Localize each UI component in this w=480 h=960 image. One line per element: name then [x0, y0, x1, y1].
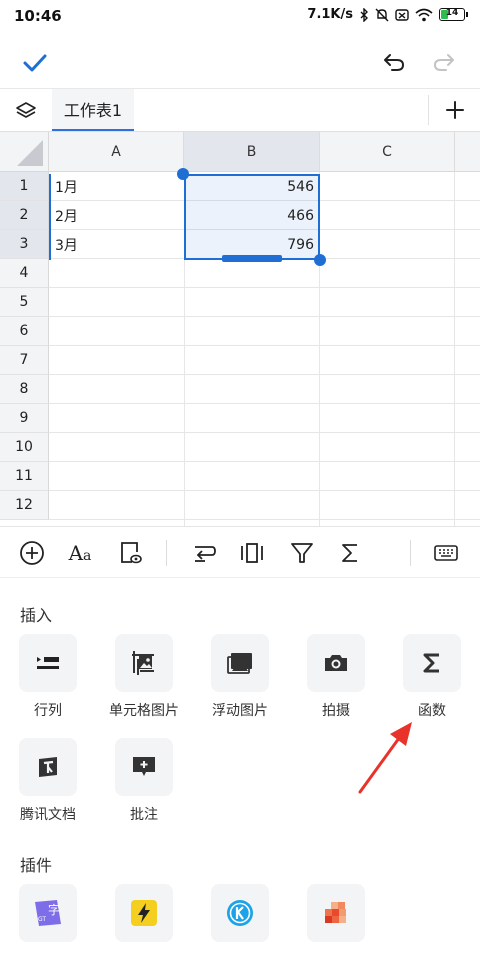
spreadsheet-grid[interactable]: A B C 1 2 3 4 5 6 7 8 9 10 11 12 1月 546 … [0, 132, 480, 526]
row-header[interactable]: 6 [0, 317, 49, 346]
insert-item-floating-image[interactable]: 浮动图片 [192, 634, 288, 720]
wrap-text-icon[interactable] [188, 537, 220, 569]
row-header[interactable]: 2 [0, 201, 49, 230]
row-header[interactable]: 5 [0, 288, 49, 317]
camera-icon [307, 634, 365, 692]
column-header-c[interactable]: C [320, 132, 455, 172]
sim-off-icon [395, 8, 409, 21]
insert-item-label: 批注 [130, 807, 158, 823]
insert-item-label: 浮动图片 [212, 703, 268, 719]
row-header[interactable]: 11 [0, 462, 49, 491]
annotation-arrow-icon [358, 722, 412, 794]
plugin-item[interactable]: 字 GT [0, 884, 96, 942]
add-circle-icon[interactable] [16, 537, 48, 569]
redo-icon[interactable] [428, 46, 460, 78]
insert-item-function[interactable]: 函数 [384, 634, 480, 720]
select-all-corner[interactable] [0, 132, 49, 172]
function-sigma-icon [403, 634, 461, 692]
row-header[interactable]: 8 [0, 375, 49, 404]
insert-item-label: 拍摄 [322, 703, 350, 719]
insert-item-tencent-docs[interactable]: 腾讯文档 [0, 738, 96, 824]
column-header-b[interactable]: B [184, 132, 320, 172]
font-format-icon[interactable]: Aa [64, 537, 96, 569]
status-bar: 10:46 7.1K/s 14 [0, 0, 480, 34]
plugin-item[interactable] [96, 884, 192, 942]
status-icons: 7.1K/s 14 [307, 7, 468, 22]
bluetooth-icon [360, 7, 368, 22]
row-header[interactable]: 1 [0, 172, 49, 201]
mute-bell-icon [375, 8, 389, 21]
row-header[interactable]: 7 [0, 346, 49, 375]
network-speed: 7.1K/s [307, 7, 353, 22]
cell-image-icon [115, 634, 173, 692]
plugin-item[interactable] [288, 884, 384, 942]
insert-item-label: 腾讯文档 [20, 807, 76, 823]
wifi-icon [415, 8, 433, 21]
cell-b3[interactable]: 796 [184, 231, 320, 259]
confirm-check-icon[interactable] [18, 46, 52, 80]
floating-image-icon [211, 634, 269, 692]
svg-text:GT: GT [38, 916, 46, 923]
insert-section-title: 插入 [20, 606, 53, 625]
insert-item-cell-image[interactable]: 单元格图片 [96, 634, 192, 720]
tab-sheet1[interactable]: 工作表1 [52, 89, 134, 131]
cell-a2[interactable]: 2月 [49, 202, 184, 230]
cell-preview-icon[interactable] [114, 537, 146, 569]
insert-item-camera[interactable]: 拍摄 [288, 634, 384, 720]
tencent-docs-icon [19, 738, 77, 796]
row-header[interactable]: 12 [0, 491, 49, 520]
insert-item-label: 行列 [34, 703, 62, 719]
row-header[interactable]: 9 [0, 404, 49, 433]
sum-icon[interactable] [334, 537, 366, 569]
plugins-section-title: 插件 [20, 856, 53, 875]
plugin-mosaic-icon [307, 884, 365, 942]
cell-b1[interactable]: 546 [184, 173, 320, 201]
column-header-more[interactable] [455, 132, 480, 172]
comment-icon [115, 738, 173, 796]
insert-item-row-col[interactable]: 行列 [0, 634, 96, 720]
keyboard-icon[interactable] [430, 537, 462, 569]
battery-level: 14 [445, 8, 459, 18]
layers-icon[interactable] [12, 97, 40, 125]
plugin-item[interactable] [192, 884, 288, 942]
svg-text:字: 字 [48, 902, 60, 917]
insert-item-label: 函数 [418, 703, 446, 719]
insert-item-label: 单元格图片 [109, 703, 179, 719]
row-header[interactable]: 4 [0, 259, 49, 288]
cell-a1[interactable]: 1月 [49, 173, 184, 201]
sheet-tabs-bar: 工作表1 [0, 88, 480, 132]
freeze-columns-icon[interactable] [236, 537, 268, 569]
undo-icon[interactable] [378, 46, 410, 78]
column-header-a[interactable]: A [49, 132, 184, 172]
edit-toolbar: Aa [0, 526, 480, 578]
row-header[interactable]: 3 [0, 230, 49, 259]
filter-icon[interactable] [286, 537, 318, 569]
insert-item-comment[interactable]: 批注 [96, 738, 192, 824]
cell-a3[interactable]: 3月 [49, 231, 184, 259]
status-time: 10:46 [14, 7, 62, 25]
battery-icon: 14 [439, 8, 468, 21]
row-header[interactable]: 10 [0, 433, 49, 462]
cell-b2[interactable]: 466 [184, 202, 320, 230]
plugin-k-icon [211, 884, 269, 942]
add-sheet-icon[interactable] [440, 95, 470, 125]
tab-divider [428, 95, 429, 125]
plugin-translate-icon: 字 GT [19, 884, 77, 942]
plugin-flash-icon [115, 884, 173, 942]
row-col-icon [19, 634, 77, 692]
